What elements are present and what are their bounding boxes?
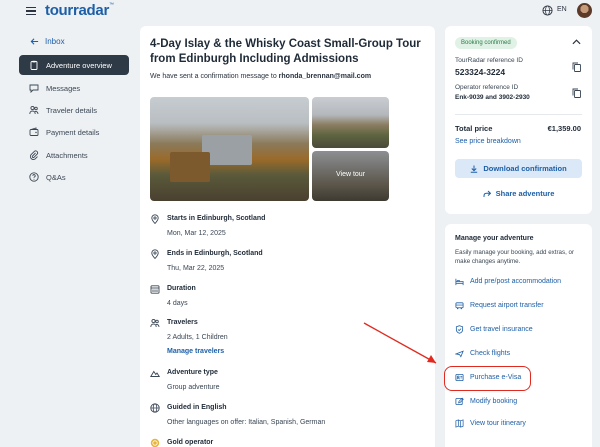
download-icon (471, 165, 478, 173)
sidebar-item-adventure-overview[interactable]: Adventure overview (19, 55, 129, 75)
gold-operator-label: Gold operator (167, 439, 214, 446)
action-label: View tour itinerary (470, 420, 526, 427)
view-tour-link[interactable]: View tour (312, 171, 389, 178)
shield-icon (455, 325, 464, 334)
email-text: rhonda_brennan@mail.com (278, 73, 372, 80)
operator-id-label: Operator reference ID (455, 84, 519, 91)
adventure-type-value: Group adventure (167, 384, 220, 391)
duration-label: Duration (167, 285, 196, 292)
sidebar-item-label: Attachments (46, 150, 88, 160)
end-date: Thu, Mar 22, 2025 (167, 265, 225, 272)
location-pin-icon (151, 249, 159, 259)
avatar[interactable] (577, 3, 592, 18)
inbox-link[interactable]: Inbox (30, 37, 65, 46)
bed-icon (455, 278, 464, 286)
chevron-up-icon[interactable] (572, 39, 581, 45)
operator-id-value: Enk-9039 and 3902-2930 (455, 94, 530, 101)
arrow-left-icon (30, 38, 39, 45)
price-breakdown-link[interactable]: See price breakdown (455, 138, 521, 145)
tour-photo-secondary[interactable] (312, 97, 389, 148)
check-flights-link[interactable]: Check flights (455, 349, 510, 358)
sidebar-item-payment-details[interactable]: Payment details (19, 122, 129, 142)
download-label: Download confirmation (483, 164, 567, 173)
language-label: Guided in English (167, 404, 227, 411)
sidebar-item-attachments[interactable]: Attachments (19, 145, 129, 165)
sidebar-item-traveler-details[interactable]: Traveler details (19, 100, 129, 120)
action-label: Modify booking (470, 398, 518, 405)
language-value: Other languages on offer: Italian, Spani… (167, 419, 326, 426)
download-confirmation-button[interactable]: Download confirmation (455, 159, 582, 178)
start-label: Starts in Edinburgh, Scotland (167, 215, 266, 222)
reference-id-value: 523324-3224 (455, 67, 506, 77)
sidebar-item-label: Messages (46, 83, 81, 93)
confirmation-message: We have sent a confirmation message to r… (150, 73, 372, 80)
calendar-icon (150, 285, 160, 294)
manage-adventure-card: Manage your adventure Easily manage your… (445, 224, 592, 447)
location-pin-icon (151, 214, 159, 224)
share-icon (483, 190, 491, 197)
sidebar-item-label: Payment details (46, 127, 100, 137)
globe-icon[interactable] (542, 5, 553, 16)
sidebar-item-label: Traveler details (46, 105, 97, 115)
tour-details-card: 4-Day Islay & the Whisky Coast Small-Gro… (140, 26, 435, 447)
start-date: Mon, Mar 12, 2025 (167, 230, 226, 237)
itinerary-icon (455, 419, 464, 428)
booking-summary-card: Booking confirmed TourRadar reference ID… (445, 26, 592, 214)
menu-icon[interactable] (26, 7, 36, 16)
users-icon (150, 318, 160, 328)
evisa-highlight-ring (444, 366, 531, 391)
top-bar: tourradar™ EN (0, 0, 600, 22)
mountain-icon (150, 370, 160, 377)
question-icon (29, 172, 39, 182)
page-title: 4-Day Islay & the Whisky Coast Small-Gro… (150, 38, 421, 65)
users-icon (29, 105, 39, 115)
plane-icon (455, 350, 464, 358)
view-itinerary-link[interactable]: View tour itinerary (455, 419, 526, 428)
language-selector[interactable]: EN (557, 6, 567, 13)
edit-icon (455, 397, 464, 406)
total-price-value: €1,359.00 (547, 124, 581, 133)
duration-value: 4 days (167, 300, 188, 307)
travelers-label: Travelers (167, 319, 198, 326)
manage-travelers-link[interactable]: Manage travelers (167, 348, 224, 355)
add-accommodation-link[interactable]: Add pre/post accommodation (455, 277, 561, 286)
clipboard-icon (30, 60, 38, 70)
bus-icon (455, 302, 464, 310)
action-label: Get travel insurance (470, 326, 533, 333)
action-label: Add pre/post accommodation (470, 278, 562, 285)
travelers-value: 2 Adults, 1 Children (167, 334, 228, 341)
sidebar-item-label: Q&As (46, 172, 66, 182)
attachment-icon (29, 150, 39, 160)
divider (455, 114, 582, 115)
inbox-label: Inbox (45, 37, 65, 46)
airport-transfer-link[interactable]: Request airport transfer (455, 301, 544, 310)
sidebar-item-qas[interactable]: Q&As (19, 167, 129, 187)
copy-icon[interactable] (572, 62, 581, 72)
message-icon (29, 84, 39, 93)
tour-photo-main[interactable] (150, 97, 309, 201)
sidebar-item-messages[interactable]: Messages (19, 78, 129, 98)
manage-title: Manage your adventure (455, 235, 534, 242)
adventure-type-label: Adventure type (167, 369, 218, 376)
end-label: Ends in Edinburgh, Scotland (167, 250, 263, 257)
copy-icon[interactable] (572, 88, 581, 98)
action-label: Request airport transfer (470, 302, 544, 309)
total-price-label: Total price (455, 124, 493, 133)
tourradar-logo[interactable]: tourradar™ (45, 2, 114, 19)
medal-icon (150, 438, 160, 447)
reference-id-label: TourRadar reference ID (455, 57, 523, 64)
wallet-icon (29, 127, 39, 136)
sidebar-item-label: Adventure overview (46, 60, 112, 70)
share-adventure-button[interactable]: Share adventure (455, 189, 582, 198)
globe-icon (150, 403, 160, 413)
share-label: Share adventure (495, 189, 555, 198)
manage-description: Easily manage your booking, add extras, … (455, 249, 575, 265)
travel-insurance-link[interactable]: Get travel insurance (455, 325, 533, 334)
modify-booking-link[interactable]: Modify booking (455, 397, 517, 406)
action-label: Check flights (470, 350, 511, 357)
status-badge: Booking confirmed (455, 37, 517, 49)
